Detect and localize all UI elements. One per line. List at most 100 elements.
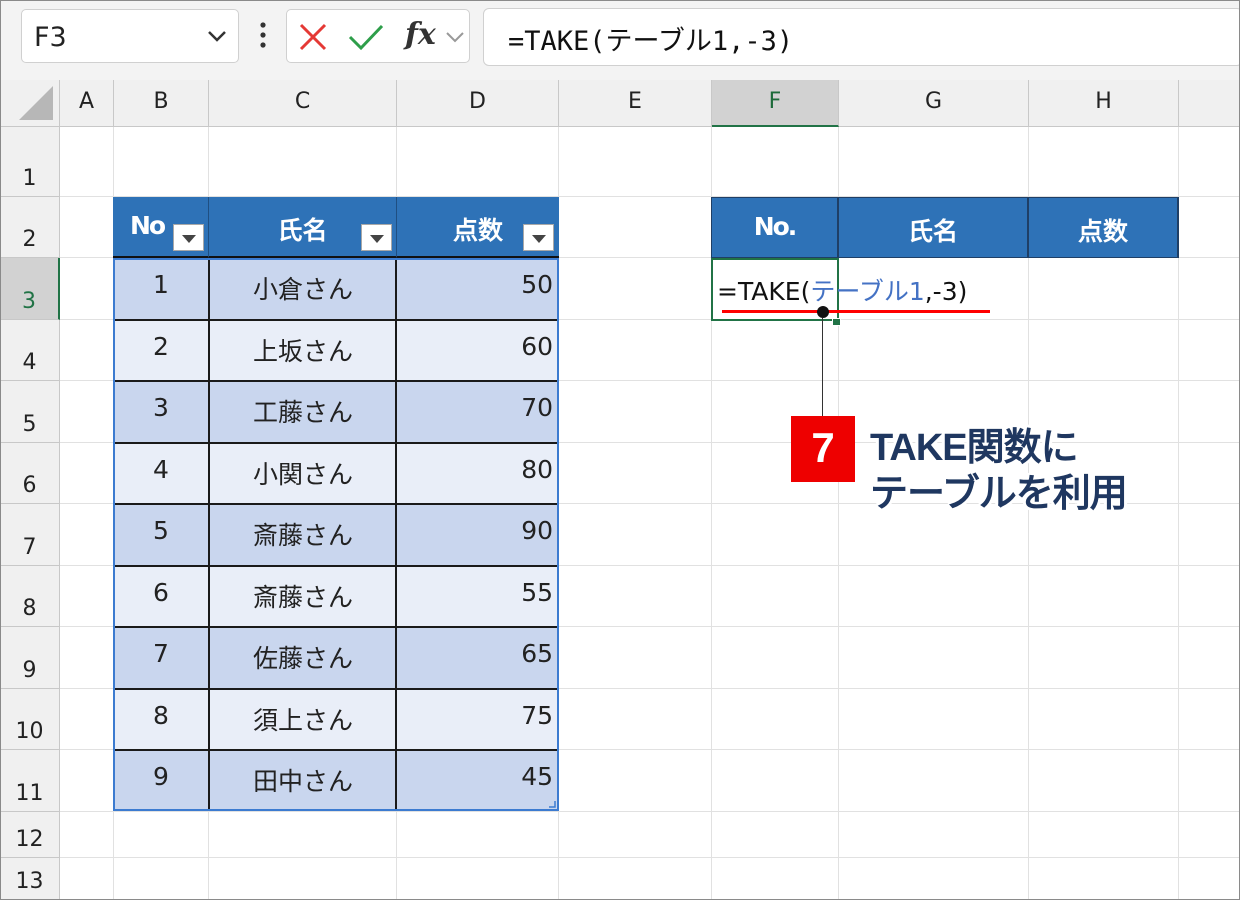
row-header-12[interactable]: 12 bbox=[0, 812, 60, 858]
table-cell[interactable]: 5 bbox=[113, 504, 209, 566]
table-cell[interactable]: 45 bbox=[397, 750, 559, 811]
header-label: No. bbox=[753, 212, 798, 241]
column-header-h[interactable]: H bbox=[1029, 80, 1179, 127]
cell-text: 上坂さん bbox=[252, 337, 353, 366]
insert-function-icon[interactable]: fx bbox=[405, 17, 436, 52]
table-header-no[interactable]: No bbox=[113, 197, 209, 258]
column-header-d[interactable]: D bbox=[397, 80, 559, 127]
cell-text: 8 bbox=[153, 701, 169, 730]
table-cell[interactable]: 小倉さん bbox=[209, 258, 397, 320]
row-number: 13 bbox=[15, 869, 44, 894]
table-resize-handle-icon[interactable] bbox=[548, 800, 556, 808]
enter-check-icon[interactable] bbox=[347, 21, 385, 53]
table-header-score[interactable]: 点数 bbox=[397, 197, 559, 258]
row-header-13[interactable]: 13 bbox=[0, 858, 60, 900]
table-cell[interactable]: 60 bbox=[397, 320, 559, 381]
table-cell[interactable]: 9 bbox=[113, 750, 209, 811]
row-header-3[interactable]: 3 bbox=[0, 258, 60, 320]
row-header-10[interactable]: 10 bbox=[0, 689, 60, 750]
table-cell[interactable]: 斎藤さん bbox=[209, 504, 397, 566]
row-header-5[interactable]: 5 bbox=[0, 381, 60, 443]
table-divider bbox=[115, 565, 557, 567]
column-header-c[interactable]: C bbox=[209, 80, 397, 127]
row-number: 11 bbox=[15, 781, 44, 806]
select-all-corner[interactable] bbox=[0, 80, 60, 127]
formula-reference: テーブル1 bbox=[810, 277, 925, 306]
formula-text: =TAKE(テーブル1,-3) bbox=[508, 26, 794, 57]
cell-text: 3 bbox=[153, 393, 169, 422]
cell-text: 45 bbox=[521, 762, 553, 791]
table-divider bbox=[115, 688, 557, 690]
filter-dropdown-icon[interactable] bbox=[173, 224, 204, 251]
cell-text: 2 bbox=[153, 332, 169, 361]
table-cell[interactable]: 70 bbox=[397, 381, 559, 443]
table-cell[interactable]: 須上さん bbox=[209, 689, 397, 750]
result-header-no[interactable]: No. bbox=[711, 197, 839, 258]
filter-dropdown-icon[interactable] bbox=[523, 224, 554, 251]
formula-buttons: fx bbox=[286, 9, 470, 63]
row-number: 4 bbox=[22, 350, 37, 375]
formula-input[interactable]: =TAKE(テーブル1,-3) bbox=[483, 8, 1240, 66]
step-number-badge: 7 bbox=[791, 416, 855, 482]
table-cell[interactable]: 工藤さん bbox=[209, 381, 397, 443]
table-cell[interactable]: 斎藤さん bbox=[209, 566, 397, 627]
table-divider bbox=[115, 442, 557, 444]
table-divider bbox=[115, 749, 557, 751]
column-header-g[interactable]: G bbox=[839, 80, 1029, 127]
table-divider bbox=[115, 380, 557, 382]
result-header-score[interactable]: 点数 bbox=[1029, 197, 1179, 258]
table-cell[interactable]: 田中さん bbox=[209, 750, 397, 811]
table-cell[interactable]: 3 bbox=[113, 381, 209, 443]
row-header-4[interactable]: 4 bbox=[0, 320, 60, 381]
cell-formula: =TAKE(テーブル1,-3) bbox=[717, 272, 967, 308]
table-cell[interactable]: 8 bbox=[113, 689, 209, 750]
table-cell[interactable]: 90 bbox=[397, 504, 559, 566]
row-header-11[interactable]: 11 bbox=[0, 750, 60, 812]
table-cell[interactable]: 4 bbox=[113, 443, 209, 504]
cell-text: 4 bbox=[153, 455, 169, 484]
table-cell[interactable]: 6 bbox=[113, 566, 209, 627]
cancel-icon[interactable] bbox=[297, 21, 329, 53]
cell-text: 小関さん bbox=[252, 460, 353, 489]
cell-text: 田中さん bbox=[252, 767, 353, 796]
header-label: 点数 bbox=[1077, 217, 1128, 246]
column-header-b[interactable]: B bbox=[114, 80, 209, 127]
table-cell[interactable]: 佐藤さん bbox=[209, 627, 397, 689]
cell-text: 55 bbox=[521, 578, 553, 607]
result-header-name[interactable]: 氏名 bbox=[839, 197, 1029, 258]
cell-text: 80 bbox=[521, 455, 553, 484]
table-cell[interactable]: 75 bbox=[397, 689, 559, 750]
row-header-9[interactable]: 9 bbox=[0, 627, 60, 689]
table-cell[interactable]: 50 bbox=[397, 258, 559, 320]
table-divider bbox=[115, 503, 557, 505]
fill-handle[interactable] bbox=[832, 318, 841, 326]
table-cell[interactable]: 7 bbox=[113, 627, 209, 689]
row-number: 7 bbox=[22, 535, 37, 560]
chevron-down-icon[interactable] bbox=[206, 28, 228, 44]
row-header-1[interactable]: 1 bbox=[0, 127, 60, 197]
filter-dropdown-icon[interactable] bbox=[361, 224, 392, 251]
table-divider bbox=[115, 626, 557, 628]
row-header-7[interactable]: 7 bbox=[0, 504, 60, 566]
row-header-6[interactable]: 6 bbox=[0, 443, 60, 504]
table-header-name[interactable]: 氏名 bbox=[209, 197, 397, 258]
column-header-a[interactable]: A bbox=[60, 80, 114, 127]
table-cell[interactable]: 小関さん bbox=[209, 443, 397, 504]
more-options-icon[interactable] bbox=[258, 20, 268, 50]
name-box[interactable]: F3 bbox=[21, 9, 239, 63]
table-cell[interactable]: 1 bbox=[113, 258, 209, 320]
column-header-f[interactable]: F bbox=[712, 80, 839, 127]
table-cell[interactable]: 上坂さん bbox=[209, 320, 397, 381]
table-cell[interactable]: 55 bbox=[397, 566, 559, 627]
column-header-e[interactable]: E bbox=[559, 80, 712, 127]
table-cell[interactable]: 80 bbox=[397, 443, 559, 504]
table-cell[interactable]: 2 bbox=[113, 320, 209, 381]
cell-text: 70 bbox=[521, 393, 553, 422]
row-number: 1 bbox=[22, 166, 37, 191]
callout-leader-line bbox=[822, 318, 823, 418]
table-cell[interactable]: 65 bbox=[397, 627, 559, 689]
chevron-down-icon[interactable] bbox=[445, 30, 465, 44]
row-number: 3 bbox=[22, 289, 36, 314]
row-header-8[interactable]: 8 bbox=[0, 566, 60, 627]
row-header-2[interactable]: 2 bbox=[0, 197, 60, 258]
